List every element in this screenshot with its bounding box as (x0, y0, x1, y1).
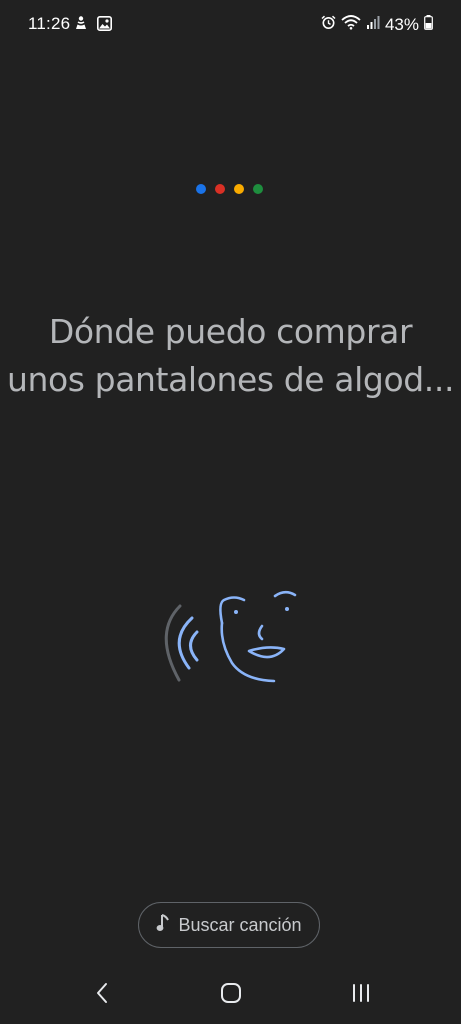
recents-icon (350, 983, 372, 1008)
search-song-button[interactable]: Buscar canción (138, 902, 320, 948)
assistant-listening-dots (196, 184, 263, 194)
status-bar: 11:26 43% (0, 0, 461, 50)
dot-yellow (234, 184, 244, 194)
battery-icon (424, 14, 433, 35)
dot-green (253, 184, 263, 194)
recents-button[interactable] (341, 978, 381, 1012)
music-note-icon (156, 913, 170, 938)
wifi-icon (341, 14, 361, 35)
back-button[interactable] (82, 978, 122, 1012)
home-icon (220, 982, 242, 1009)
signal-icon (366, 15, 380, 34)
status-left-icons (73, 15, 112, 36)
dot-red (215, 184, 225, 194)
assistant-screen: 11:26 43% Dónde puedo comprar unos panta… (0, 0, 461, 1024)
dot-blue (196, 184, 206, 194)
image-icon (97, 15, 112, 36)
navigation-bar (0, 964, 461, 1024)
battery-percent: 43% (384, 14, 419, 34)
home-button[interactable] (211, 978, 251, 1012)
search-song-label: Buscar canción (178, 914, 302, 935)
hum-to-search-face-icon (152, 588, 312, 693)
alarm-icon (321, 15, 336, 35)
person-notification-icon (73, 15, 89, 36)
query-line-1: Dónde puedo comprar (48, 312, 413, 351)
spoken-query: Dónde puedo comprar unos pantalones de a… (0, 308, 461, 404)
query-line-2: unos pantalones de algod... (6, 360, 455, 399)
status-time: 11:26 (28, 14, 71, 33)
status-right-icons: 43% (321, 14, 433, 35)
back-icon (95, 982, 109, 1009)
